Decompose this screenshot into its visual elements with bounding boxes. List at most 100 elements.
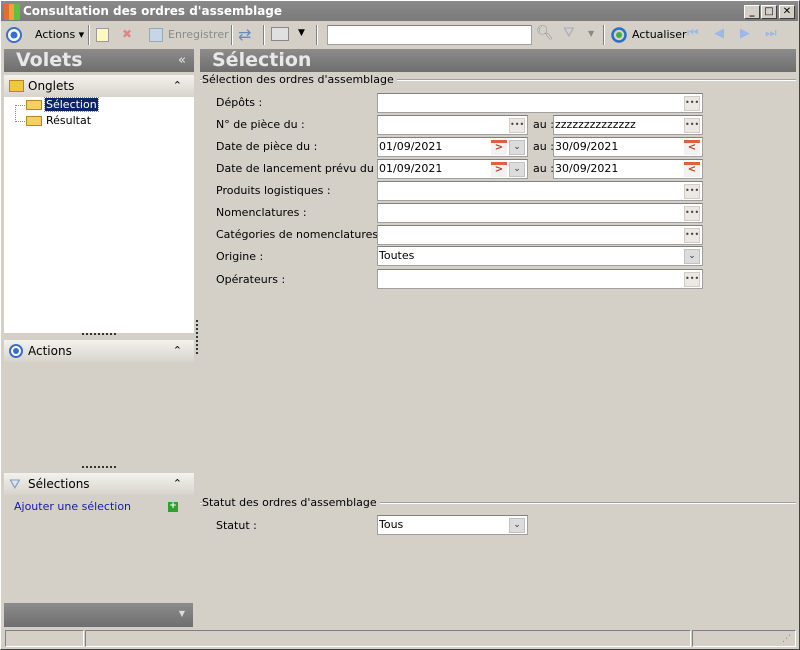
date-piece-label: Date de pièce du : — [216, 140, 318, 153]
calendar-icon[interactable]: > — [491, 162, 507, 177]
chevron-down-icon[interactable]: ⌄ — [509, 518, 525, 533]
ellipsis-button[interactable]: ••• — [684, 118, 700, 133]
chevron-down-icon[interactable]: ⌄ — [684, 249, 700, 264]
add-icon[interactable]: + — [168, 502, 178, 512]
minimize-button[interactable]: _ — [744, 5, 760, 19]
folder-icon — [26, 116, 42, 126]
date-lancement-to-field[interactable]: 30/09/2021 < — [553, 159, 703, 179]
title-bar: Consultation des ordres d'assemblage _ □… — [1, 1, 798, 21]
first-record-icon[interactable]: ⏮ — [687, 26, 699, 41]
calendar-icon[interactable]: < — [684, 140, 700, 155]
date-piece-from-field[interactable]: 01/09/2021 > ⌄ — [377, 137, 528, 157]
filter-icon[interactable]: ⛛ — [563, 25, 575, 41]
origine-select[interactable]: Toutes ⌄ — [377, 246, 703, 266]
onglets-header[interactable]: Onglets ⌃ — [4, 75, 194, 97]
categories-field[interactable]: ••• — [377, 225, 703, 245]
panes-header: Volets « — [4, 49, 194, 72]
refresh-icon — [611, 27, 627, 43]
status-panel — [692, 630, 796, 647]
filter-icon: ⛛ — [9, 477, 21, 493]
chevron-down-icon[interactable]: ▼ — [179, 609, 185, 618]
separator — [316, 25, 318, 45]
date-value: 30/09/2021 — [555, 140, 619, 153]
calendar-icon[interactable]: > — [491, 140, 507, 155]
refresh-button[interactable]: Actualiser — [632, 26, 687, 44]
selections-pane-header[interactable]: ⛛ Sélections ⌃ — [4, 473, 194, 495]
actions-circle-icon — [9, 344, 23, 358]
actions-pane-header[interactable]: Actions ⌃ — [4, 340, 194, 362]
tabs-tree: Sélection Résultat — [4, 97, 194, 333]
delete-icon[interactable]: ✖ — [122, 27, 132, 41]
ellipsis-button[interactable]: ••• — [684, 206, 700, 221]
operateurs-label: Opérateurs : — [216, 273, 286, 286]
tree-item-label: Sélection — [44, 97, 99, 112]
origine-value: Toutes — [379, 249, 415, 262]
depots-field[interactable]: ••• — [377, 93, 703, 113]
calendar-icon[interactable]: < — [684, 162, 700, 177]
au-label: au : — [533, 140, 554, 153]
separator — [88, 25, 90, 45]
ellipsis-button[interactable]: ••• — [684, 184, 700, 199]
collapse-panes-icon[interactable]: « — [178, 49, 186, 72]
date-piece-to-field[interactable]: 30/09/2021 < — [553, 137, 703, 157]
print-icon[interactable] — [271, 27, 289, 41]
search-icon[interactable]: 🔍︎ — [536, 25, 554, 41]
ellipsis-button[interactable]: ••• — [684, 96, 700, 111]
origine-label: Origine : — [216, 250, 264, 263]
print-dropdown-icon[interactable]: ▼ — [298, 28, 305, 38]
statut-label: Statut : — [216, 519, 257, 532]
vertical-splitter-handle[interactable] — [196, 320, 198, 354]
maximize-button[interactable]: □ — [761, 5, 777, 19]
filter-dropdown-icon[interactable]: ▼ — [588, 29, 594, 38]
folder-icon — [9, 80, 24, 92]
ellipsis-button[interactable]: ••• — [509, 118, 525, 133]
onglets-label: Onglets — [28, 79, 75, 93]
panes-title: Volets — [16, 49, 83, 71]
num-piece-from-field[interactable]: ••• — [377, 115, 528, 135]
sync-icon[interactable]: ⇄ — [238, 25, 251, 44]
save-icon — [149, 28, 163, 42]
statut-select[interactable]: Tous ⌄ — [377, 515, 528, 535]
open-folder-icon — [26, 100, 42, 110]
search-input[interactable] — [327, 25, 532, 45]
close-button[interactable]: ✕ — [779, 5, 795, 19]
selections-pane-label: Sélections — [28, 477, 90, 491]
status-panel — [5, 630, 84, 647]
actions-circle-icon — [6, 27, 22, 43]
depots-label: Dépôts : — [216, 96, 263, 109]
group-title: Sélection des ordres d'assemblage — [202, 73, 397, 86]
splitter-handle[interactable] — [82, 466, 116, 468]
resize-grip-icon[interactable]: ⋰ — [782, 634, 791, 644]
num-piece-to-field[interactable]: zzzzzzzzzzzzzz ••• — [553, 115, 703, 135]
collapse-icon[interactable]: ⌃ — [173, 340, 182, 362]
collapse-icon[interactable]: ⌃ — [173, 473, 182, 495]
last-record-icon[interactable]: ⏭ — [765, 26, 777, 41]
save-button[interactable]: Enregistrer — [168, 26, 229, 44]
toolbar: Actions ▾ ✖ Enregistrer ⇄ ▼ 🔍︎ ⛛ ▼ Actua… — [1, 22, 798, 48]
separator — [603, 25, 605, 45]
chevron-down-icon[interactable]: ⌄ — [509, 140, 525, 155]
date-lancement-label: Date de lancement prévu du : — [216, 162, 382, 175]
categories-label: Catégories de nomenclatures : — [216, 228, 386, 241]
next-record-icon[interactable]: ▶ — [740, 26, 750, 41]
date-value: 30/09/2021 — [555, 162, 619, 175]
ellipsis-button[interactable]: ••• — [684, 228, 700, 243]
actions-label: Actions — [35, 28, 76, 41]
separator — [231, 25, 233, 45]
previous-record-icon[interactable]: ◀ — [714, 26, 724, 41]
ellipsis-button[interactable]: ••• — [684, 272, 700, 287]
actions-menu-button[interactable]: Actions ▾ — [35, 26, 84, 44]
nomenclatures-field[interactable]: ••• — [377, 203, 703, 223]
date-value: 01/09/2021 — [379, 162, 443, 175]
operateurs-field[interactable]: ••• — [377, 269, 703, 289]
produits-field[interactable]: ••• — [377, 181, 703, 201]
add-selection-link[interactable]: Ajouter une sélection — [14, 500, 131, 513]
date-lancement-from-field[interactable]: 01/09/2021 > ⌄ — [377, 159, 528, 179]
actions-pane-label: Actions — [28, 344, 72, 358]
au-label: au : — [533, 118, 554, 131]
chevron-down-icon[interactable]: ⌄ — [509, 162, 525, 177]
collapse-icon[interactable]: ⌃ — [173, 75, 182, 97]
splitter-handle[interactable] — [82, 333, 116, 335]
panes-footer: ▼ — [4, 603, 193, 627]
new-icon[interactable] — [96, 28, 109, 42]
